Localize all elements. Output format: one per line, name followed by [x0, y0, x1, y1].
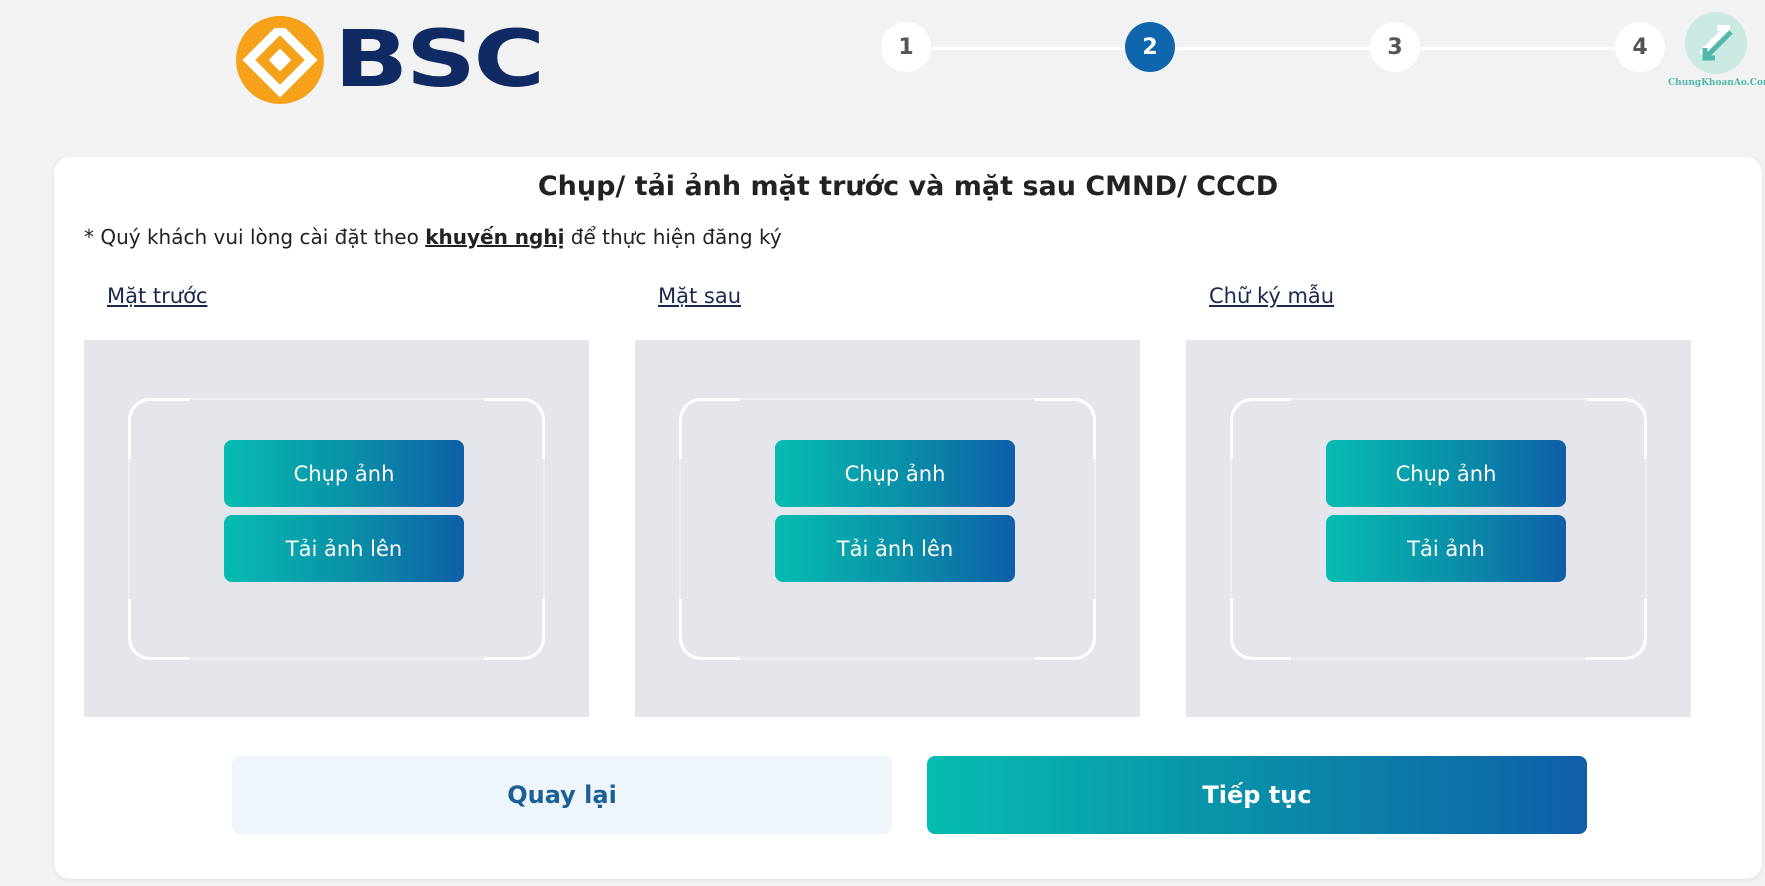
frame-edge [186, 398, 487, 400]
front-upload-button[interactable]: Tải ảnh lên [224, 515, 464, 582]
signature-dropzone: Chụp ảnh Tải ảnh [1186, 340, 1691, 717]
signature-column: Chữ ký mẫu Chụp ảnh Tải ảnh [1186, 281, 1691, 717]
continue-button[interactable]: Tiếp tục [927, 756, 1587, 834]
front-side-column: Mặt trước Chụp ảnh Tải ảnh lên [84, 281, 589, 717]
recommendation-note: * Quý khách vui lòng cài đặt theo khuyến… [84, 225, 782, 249]
frame-corner [128, 599, 189, 660]
watermark-text: ChungKhoanAo.Com [1668, 78, 1765, 88]
frame-corner [1035, 398, 1096, 459]
back-side-dropzone: Chụp ảnh Tải ảnh lên [635, 340, 1140, 717]
front-side-dropzone: Chụp ảnh Tải ảnh lên [84, 340, 589, 717]
watermark: ChungKhoanAo.Com [1668, 10, 1765, 88]
back-upload-button[interactable]: Tải ảnh lên [775, 515, 1015, 582]
back-side-column: Mặt sau Chụp ảnh Tải ảnh lên [635, 281, 1140, 717]
front-capture-button[interactable]: Chụp ảnh [224, 440, 464, 507]
back-button[interactable]: Quay lại [232, 756, 892, 834]
step-connector [1395, 47, 1615, 50]
frame-edge [1645, 456, 1647, 602]
step-connector [905, 47, 1125, 50]
frame-edge [128, 456, 130, 602]
back-side-label: Mặt sau [658, 284, 742, 308]
frame-corner [484, 599, 545, 660]
recommendation-link[interactable]: khuyến nghị [425, 225, 564, 249]
frame-edge [1288, 658, 1589, 660]
frame-edge [1288, 398, 1589, 400]
frame-corner [1586, 599, 1647, 660]
step-1: 1 [881, 22, 931, 72]
progress-stepper: 1 2 3 4 [0, 22, 1765, 74]
step-2-active: 2 [1125, 22, 1175, 72]
page-title: Chụp/ tải ảnh mặt trước và mặt sau CMND/… [537, 171, 1279, 202]
frame-corner [679, 398, 740, 459]
frame-corner [1035, 599, 1096, 660]
note-prefix: * Quý khách vui lòng cài đặt theo [84, 225, 426, 249]
step-connector [1150, 47, 1370, 50]
frame-corner [484, 398, 545, 459]
signature-label: Chữ ký mẫu [1209, 284, 1335, 308]
frame-corner [1586, 398, 1647, 459]
frame-edge [737, 398, 1038, 400]
signature-upload-button[interactable]: Tải ảnh [1326, 515, 1566, 582]
front-side-label: Mặt trước [107, 284, 208, 308]
frame-edge [543, 456, 545, 602]
frame-corner [1230, 599, 1291, 660]
frame-edge [737, 658, 1038, 660]
watermark-logo-icon [1685, 12, 1747, 74]
frame-corner [128, 398, 189, 459]
frame-edge [1094, 456, 1096, 602]
step-3: 3 [1370, 22, 1420, 72]
frame-edge [679, 456, 681, 602]
signature-capture-button[interactable]: Chụp ảnh [1326, 440, 1566, 507]
back-capture-button[interactable]: Chụp ảnh [775, 440, 1015, 507]
upload-card: Chụp/ tải ảnh mặt trước và mặt sau CMND/… [54, 157, 1762, 879]
frame-corner [1230, 398, 1291, 459]
note-suffix: để thực hiện đăng ký [564, 225, 782, 249]
step-4: 4 [1615, 22, 1665, 72]
frame-edge [186, 658, 487, 660]
frame-edge [1230, 456, 1232, 602]
frame-corner [679, 599, 740, 660]
